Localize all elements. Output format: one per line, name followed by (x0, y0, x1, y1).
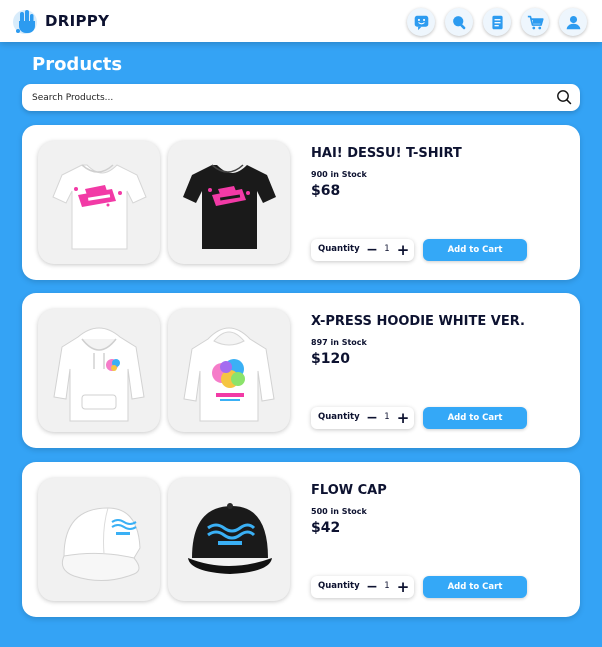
decrement-button[interactable]: − (366, 576, 378, 598)
product-image-front[interactable] (38, 141, 160, 264)
product-card: FLOW CAP 500 in Stock $42 Quantity − 1 +… (22, 462, 580, 617)
search-icon[interactable] (556, 89, 572, 105)
orders-button[interactable] (483, 8, 511, 36)
quantity-value[interactable]: 1 (381, 244, 393, 254)
profile-button[interactable] (559, 8, 587, 36)
decrement-button[interactable]: − (366, 407, 378, 429)
black-cap-image (188, 503, 272, 574)
product-image-front[interactable] (38, 309, 160, 432)
brand-name[interactable]: DRIPPY (45, 12, 109, 30)
document-icon (491, 15, 503, 29)
quantity-value[interactable]: 1 (381, 581, 393, 591)
product-price: $42 (311, 520, 341, 536)
product-name: FLOW CAP (311, 483, 387, 498)
quantity-label: Quantity (318, 412, 360, 422)
increment-button[interactable]: + (397, 239, 410, 261)
chat-icon (414, 15, 428, 30)
white-tshirt-image (52, 164, 147, 250)
cart-icon (527, 15, 544, 29)
hoodie-front-image (53, 327, 145, 422)
add-to-cart-button[interactable]: Add to Cart (423, 576, 527, 598)
quantity-stepper: Quantity − 1 + (311, 239, 414, 261)
product-card: HAI! DESSU! T-SHIRT 900 in Stock $68 Qua… (22, 125, 580, 280)
quantity-value[interactable]: 1 (381, 412, 393, 422)
product-image-back[interactable] (168, 141, 290, 264)
page-title: Products (32, 54, 123, 75)
cart-button[interactable] (521, 8, 549, 36)
white-cap-image (61, 507, 141, 581)
quantity-stepper: Quantity − 1 + (311, 407, 414, 429)
decrement-button[interactable]: − (366, 239, 378, 261)
search-bar (22, 84, 580, 111)
hoodie-back-image (183, 327, 275, 422)
product-name: HAI! DESSU! T-SHIRT (311, 146, 462, 161)
black-tshirt-image (183, 164, 276, 249)
increment-button[interactable]: + (397, 407, 410, 429)
product-price: $68 (311, 183, 341, 199)
add-to-cart-button[interactable]: Add to Cart (423, 407, 527, 429)
user-icon (566, 15, 580, 29)
product-image-back[interactable] (168, 309, 290, 432)
search-nav-button[interactable] (445, 8, 473, 36)
increment-button[interactable]: + (397, 576, 410, 598)
chat-button[interactable] (407, 8, 435, 36)
product-image-front[interactable] (38, 478, 160, 601)
product-price: $120 (311, 351, 350, 367)
search-input[interactable] (32, 89, 532, 106)
quantity-label: Quantity (318, 581, 360, 591)
add-to-cart-button[interactable]: Add to Cart (423, 239, 527, 261)
product-card: X-PRESS HOODIE WHITE VER. 897 in Stock $… (22, 293, 580, 448)
product-name: X-PRESS HOODIE WHITE VER. (311, 314, 525, 329)
product-stock: 900 in Stock (311, 170, 367, 179)
product-stock: 897 in Stock (311, 338, 367, 347)
search-icon (452, 15, 465, 29)
quantity-stepper: Quantity − 1 + (311, 576, 414, 598)
drippy-logo-icon[interactable] (12, 7, 40, 35)
product-stock: 500 in Stock (311, 507, 367, 516)
quantity-label: Quantity (318, 244, 360, 254)
top-header: DRIPPY (0, 0, 602, 42)
product-image-back[interactable] (168, 478, 290, 601)
